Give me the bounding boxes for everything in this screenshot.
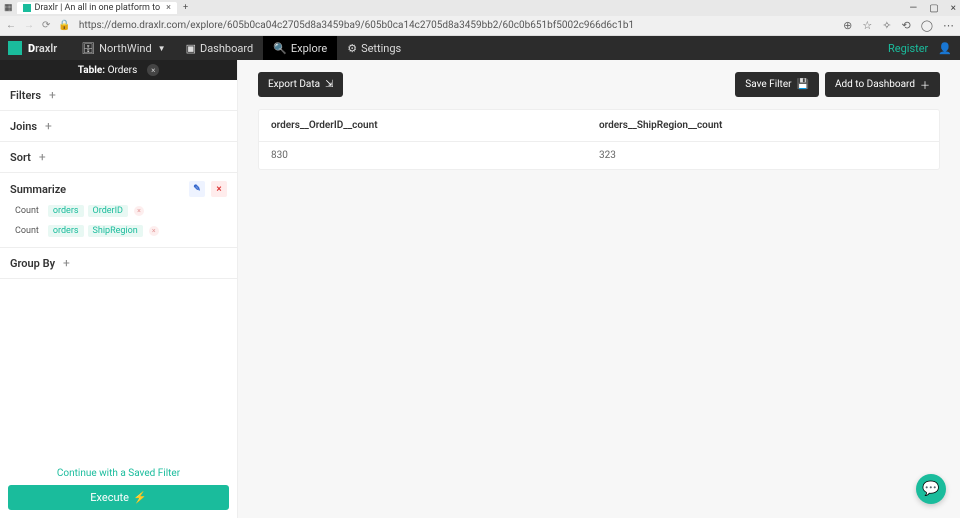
window-minimize-icon[interactable]: — <box>909 3 917 14</box>
new-tab-button[interactable]: + <box>183 3 188 13</box>
chevron-down-icon: ▼ <box>158 44 166 53</box>
browser-addressbar: ← → ⟳ 🔒 https://demo.draxlr.com/explore/… <box>0 16 960 36</box>
field-tag: OrderID <box>88 205 128 217</box>
plus-icon: ＋ <box>920 77 930 92</box>
window-titlebar: ▦ Draxlr | An all in one platform to × +… <box>0 0 960 16</box>
brand-logo <box>8 41 22 55</box>
user-icon[interactable]: 👤 <box>938 42 952 55</box>
main-panel: Export Data ⇲ Save Filter 💾 Add to Dashb… <box>238 60 960 518</box>
save-filter-label: Save Filter <box>745 79 791 90</box>
filters-label: Filters <box>10 89 41 102</box>
summarize-label: Summarize <box>10 183 66 196</box>
brand-name[interactable]: Draxlr <box>28 42 57 55</box>
nav-label: Settings <box>361 42 401 55</box>
export-label: Export Data <box>268 79 320 90</box>
workspace-selector[interactable]: 🗄 NorthWind ▼ <box>71 36 175 60</box>
gear-icon: ⚙ <box>347 42 357 55</box>
nav-settings[interactable]: ⚙ Settings <box>337 36 411 60</box>
chat-icon: 💬 <box>922 481 939 497</box>
export-data-button[interactable]: Export Data ⇲ <box>258 72 343 97</box>
reload-icon[interactable]: ⟳ <box>42 20 50 31</box>
collections-icon[interactable]: ✧ <box>882 19 891 32</box>
export-icon: ⇲ <box>325 79 333 90</box>
add-dash-label: Add to Dashboard <box>835 79 915 90</box>
window-maximize-icon[interactable]: ▢ <box>929 3 938 14</box>
execute-label: Execute <box>90 491 129 504</box>
register-link[interactable]: Register <box>888 42 928 55</box>
agg-label: Count <box>10 225 44 237</box>
filters-section[interactable]: Filters + <box>0 80 237 111</box>
dashboard-icon: ▣ <box>186 42 196 55</box>
site-info-icon[interactable]: 🔒 <box>58 20 70 31</box>
nav-explore[interactable]: 🔍 Explore <box>263 36 337 60</box>
column-header[interactable]: orders__OrderID__count <box>271 120 599 131</box>
table-cell: 830 <box>271 150 599 161</box>
sort-section[interactable]: Sort + <box>0 142 237 173</box>
chat-support-button[interactable]: 💬 <box>916 474 946 504</box>
reset-table-icon[interactable]: × <box>147 64 159 76</box>
table-tag: orders <box>48 205 84 217</box>
nav-label: Dashboard <box>200 42 253 55</box>
execute-button[interactable]: Execute ⚡ <box>8 485 229 510</box>
profile-icon[interactable]: ◯ <box>921 19 933 32</box>
add-join-icon[interactable]: + <box>45 119 52 133</box>
add-filter-icon[interactable]: + <box>49 88 56 102</box>
back-icon[interactable]: ← <box>6 20 16 31</box>
more-icon[interactable]: ⋯ <box>943 19 954 32</box>
lightning-icon: ⚡ <box>133 491 147 504</box>
url-text[interactable]: https://demo.draxlr.com/explore/605b0ca0… <box>79 20 835 31</box>
save-filter-button[interactable]: Save Filter 💾 <box>735 72 819 97</box>
app-topnav: Draxlr 🗄 NorthWind ▼ ▣ Dashboard 🔍 Explo… <box>0 36 960 60</box>
search-icon: 🔍 <box>273 42 287 55</box>
edit-summarize-icon[interactable]: ✎ <box>189 181 205 197</box>
main-toolbar: Export Data ⇲ Save Filter 💾 Add to Dashb… <box>258 72 940 97</box>
nav-label: Explore <box>291 42 327 55</box>
forward-icon[interactable]: → <box>24 20 34 31</box>
add-to-dashboard-button[interactable]: Add to Dashboard ＋ <box>825 72 940 97</box>
joins-label: Joins <box>10 120 37 133</box>
window-close-icon[interactable]: × <box>951 3 956 14</box>
nav-dashboard[interactable]: ▣ Dashboard <box>176 36 264 60</box>
close-tab-icon[interactable]: × <box>166 3 171 13</box>
database-icon: 🗄 <box>81 42 95 55</box>
column-header[interactable]: orders__ShipRegion__count <box>599 120 927 131</box>
sort-label: Sort <box>10 151 31 164</box>
groupby-label: Group By <box>10 257 55 270</box>
add-groupby-icon[interactable]: + <box>63 256 70 270</box>
app-install-icon[interactable]: ⊕ <box>843 19 852 32</box>
sync-icon[interactable]: ⟲ <box>901 19 910 32</box>
tab-list-icon[interactable]: ▦ <box>4 3 13 13</box>
groupby-section[interactable]: Group By + <box>0 247 237 279</box>
save-icon: 💾 <box>797 79 809 90</box>
remove-summ-icon[interactable]: × <box>149 226 159 236</box>
table-tag: orders <box>48 225 84 237</box>
tab-title: Draxlr | An all in one platform to <box>35 3 161 13</box>
sidebar: Table: Orders × Filters + Joins + Sort +… <box>0 60 238 518</box>
agg-label: Count <box>10 205 44 217</box>
clear-summarize-icon[interactable]: × <box>211 181 227 197</box>
table-row: 830 323 <box>259 142 939 169</box>
workspace-name: NorthWind <box>99 42 152 55</box>
sidebar-table-header: Table: Orders × <box>0 60 237 80</box>
add-sort-icon[interactable]: + <box>39 150 46 164</box>
joins-section[interactable]: Joins + <box>0 111 237 142</box>
summarize-section: Summarize ✎ × <box>0 173 237 201</box>
summarize-row[interactable]: Count orders ShipRegion × <box>0 221 237 241</box>
summarize-row[interactable]: Count orders OrderID × <box>0 201 237 221</box>
tab-favicon <box>23 4 31 12</box>
browser-tab[interactable]: Draxlr | An all in one platform to × <box>17 2 177 14</box>
field-tag: ShipRegion <box>88 225 143 237</box>
table-header-row: orders__OrderID__count orders__ShipRegio… <box>259 110 939 142</box>
saved-filter-link[interactable]: Continue with a Saved Filter <box>8 468 229 479</box>
table-cell: 323 <box>599 150 927 161</box>
remove-summ-icon[interactable]: × <box>134 206 144 216</box>
favorite-icon[interactable]: ☆ <box>862 19 872 32</box>
results-table: orders__OrderID__count orders__ShipRegio… <box>258 109 940 170</box>
